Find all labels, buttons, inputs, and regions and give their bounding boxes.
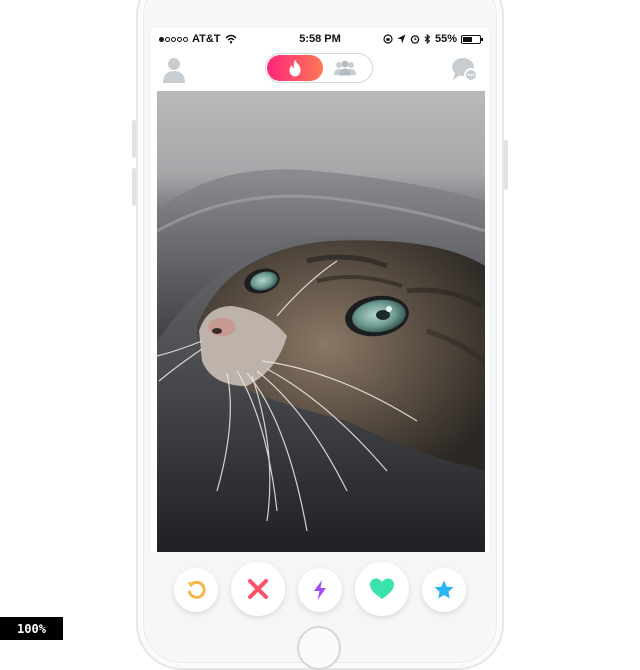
tab-swipe[interactable] xyxy=(267,55,323,81)
battery-icon xyxy=(461,34,483,44)
battery-fill xyxy=(463,36,472,42)
like-button[interactable] xyxy=(355,562,409,616)
profile-icon[interactable] xyxy=(161,56,187,84)
bluetooth-icon xyxy=(424,34,431,44)
boost-button[interactable] xyxy=(298,568,342,612)
group-icon xyxy=(334,60,356,76)
flame-icon xyxy=(289,59,301,77)
screen-lock-icon xyxy=(383,34,393,44)
messages-icon[interactable] xyxy=(451,56,479,84)
heart-icon xyxy=(370,578,394,599)
nope-button[interactable] xyxy=(231,562,285,616)
top-nav xyxy=(151,50,489,90)
status-right: 55% xyxy=(383,33,483,45)
tab-group[interactable] xyxy=(324,55,366,81)
super-like-button[interactable] xyxy=(422,568,466,612)
rewind-icon xyxy=(187,580,206,599)
zoom-indicator: 100% xyxy=(0,617,63,640)
location-icon xyxy=(397,34,406,44)
volume-up-button xyxy=(132,120,136,158)
alarm-icon xyxy=(410,35,420,44)
battery-percent: 55% xyxy=(434,33,457,45)
lightning-icon xyxy=(314,580,326,600)
profile-card[interactable] xyxy=(157,91,485,552)
x-icon xyxy=(248,579,268,599)
view-toggle xyxy=(265,53,373,83)
star-icon xyxy=(434,580,454,599)
status-bar: AT&T 5:58 PM 55% xyxy=(151,28,489,50)
power-button xyxy=(504,140,508,190)
cat-photo xyxy=(157,91,485,552)
volume-down-button xyxy=(132,168,136,206)
phone-screen: AT&T 5:58 PM 55% xyxy=(151,28,489,640)
home-button[interactable] xyxy=(297,626,341,670)
rewind-button[interactable] xyxy=(174,568,218,612)
